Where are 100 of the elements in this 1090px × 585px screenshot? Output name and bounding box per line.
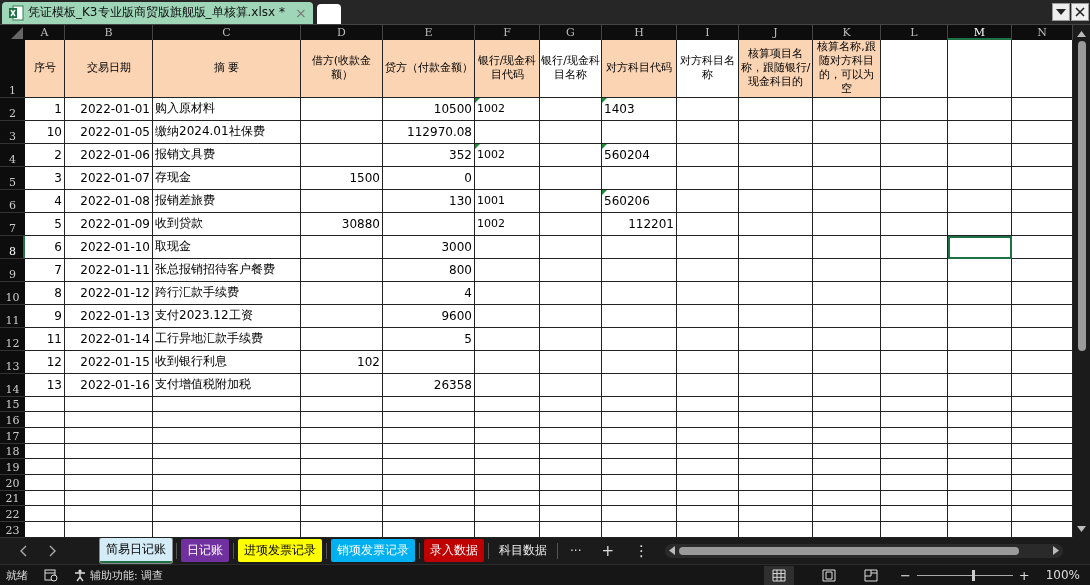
- table-cell: 112201: [602, 212, 677, 236]
- table-cell: 2022-01-14: [65, 327, 153, 351]
- scroll-thumb[interactable]: [1077, 40, 1086, 351]
- table-cell: [25, 412, 65, 429]
- row-header[interactable]: 2: [0, 97, 25, 121]
- page-break-icon[interactable]: [863, 568, 878, 582]
- table-cell: [813, 350, 881, 374]
- scroll-left-icon[interactable]: [669, 546, 676, 556]
- sheet-tab[interactable]: 录入数据: [424, 539, 484, 563]
- row-header[interactable]: 17: [0, 428, 25, 444]
- table-cell: 11: [25, 327, 65, 351]
- row-header[interactable]: 5: [0, 166, 25, 190]
- status-text: 就绪: [6, 567, 28, 583]
- selected-cell[interactable]: [948, 235, 1012, 259]
- page-layout-icon[interactable]: [821, 568, 836, 582]
- table-cell: [540, 281, 602, 305]
- add-sheet-button[interactable]: +: [593, 541, 623, 560]
- table-cell: 2022-01-13: [65, 304, 153, 328]
- zoom-level[interactable]: 100%: [1045, 568, 1080, 583]
- table-cell: [948, 143, 1012, 167]
- table-cell: [677, 258, 739, 282]
- row-header[interactable]: 1: [0, 39, 25, 98]
- table-cell: 2022-01-07: [65, 166, 153, 190]
- zoom-in-button[interactable]: +: [1018, 567, 1030, 583]
- table-cell: [540, 258, 602, 282]
- row-header[interactable]: 8: [0, 235, 25, 259]
- row-header[interactable]: 12: [0, 327, 25, 351]
- dropdown-button[interactable]: [1052, 2, 1070, 21]
- row-header[interactable]: 6: [0, 189, 25, 213]
- sheet-tab[interactable]: 进项发票记录: [238, 539, 322, 563]
- row-header[interactable]: 23: [0, 522, 25, 538]
- sheet-menu-button[interactable]: ⋮: [626, 541, 658, 560]
- table-cell: [881, 235, 948, 259]
- previous-sheet-icon[interactable]: [20, 544, 28, 557]
- table-cell: [881, 428, 948, 444]
- new-tab[interactable]: [316, 3, 341, 24]
- accessibility-icon[interactable]: [74, 568, 87, 582]
- table-cell: [25, 428, 65, 444]
- scroll-thumb[interactable]: [679, 546, 1020, 555]
- table-cell: 10500: [383, 97, 475, 121]
- table-cell: [881, 39, 948, 98]
- table-cell: [677, 235, 739, 259]
- row-header[interactable]: 7: [0, 212, 25, 236]
- table-cell: [813, 120, 881, 144]
- close-button[interactable]: [1071, 2, 1089, 21]
- table-cell: [540, 212, 602, 236]
- row-header[interactable]: 11: [0, 304, 25, 328]
- file-tab[interactable]: 凭证模板_K3专业版商贸版旗舰版_单核算.xlsx * ×: [2, 1, 313, 24]
- row-header[interactable]: 10: [0, 281, 25, 305]
- table-header: 序号: [25, 39, 65, 98]
- scroll-up-icon[interactable]: [1077, 30, 1086, 37]
- macro-recorder-icon[interactable]: [44, 568, 58, 582]
- table-cell: [25, 490, 65, 507]
- table-cell: [881, 189, 948, 213]
- next-sheet-icon[interactable]: [48, 544, 56, 557]
- table-cell: [540, 490, 602, 507]
- table-cell: [475, 428, 540, 444]
- zoom-out-button[interactable]: −: [899, 567, 911, 583]
- table-cell: 2022-01-12: [65, 281, 153, 305]
- table-cell: 报销文具费: [153, 143, 301, 167]
- table-cell: [677, 212, 739, 236]
- table-cell: [677, 189, 739, 213]
- table-cell: 8: [25, 281, 65, 305]
- row-header[interactable]: 20: [0, 475, 25, 491]
- table-cell: 取现金: [153, 235, 301, 259]
- table-header: 银行/现金科目代码: [475, 39, 540, 98]
- table-cell: [881, 443, 948, 460]
- row-header[interactable]: 16: [0, 412, 25, 429]
- table-cell: [677, 120, 739, 144]
- table-cell: [948, 189, 1012, 213]
- row-header[interactable]: 4: [0, 143, 25, 167]
- table-cell: [25, 396, 65, 413]
- scroll-right-icon[interactable]: [1053, 546, 1060, 556]
- table-cell: [948, 475, 1012, 491]
- table-cell: [677, 327, 739, 351]
- caret-icon: [1056, 8, 1066, 15]
- table-cell: 112970.08: [383, 120, 475, 144]
- table-cell: [540, 120, 602, 144]
- normal-view-button[interactable]: [763, 565, 794, 585]
- sheet-tab[interactable]: 科目数据: [493, 539, 553, 563]
- table-cell: [25, 443, 65, 460]
- accessibility-status[interactable]: 辅助功能: 调查: [90, 567, 164, 583]
- sheet-tab[interactable]: 日记账: [181, 539, 229, 563]
- row-header[interactable]: 13: [0, 350, 25, 374]
- row-header[interactable]: 19: [0, 459, 25, 476]
- table-cell: 2: [25, 143, 65, 167]
- row-header[interactable]: 9: [0, 258, 25, 282]
- scroll-down-icon[interactable]: [1077, 525, 1086, 532]
- table-cell: [948, 412, 1012, 429]
- sheet-tab[interactable]: 简易日记账: [100, 538, 172, 564]
- table-cell: [881, 475, 948, 491]
- horizontal-scrollbar[interactable]: [665, 543, 1064, 558]
- more-sheets-button[interactable]: ···: [562, 543, 590, 558]
- table-cell: [475, 258, 540, 282]
- table-cell: [948, 212, 1012, 236]
- row-header[interactable]: 3: [0, 120, 25, 144]
- table-cell: [813, 396, 881, 413]
- table-cell: [475, 327, 540, 351]
- row-header[interactable]: 22: [0, 506, 25, 523]
- row-header[interactable]: 14: [0, 373, 25, 397]
